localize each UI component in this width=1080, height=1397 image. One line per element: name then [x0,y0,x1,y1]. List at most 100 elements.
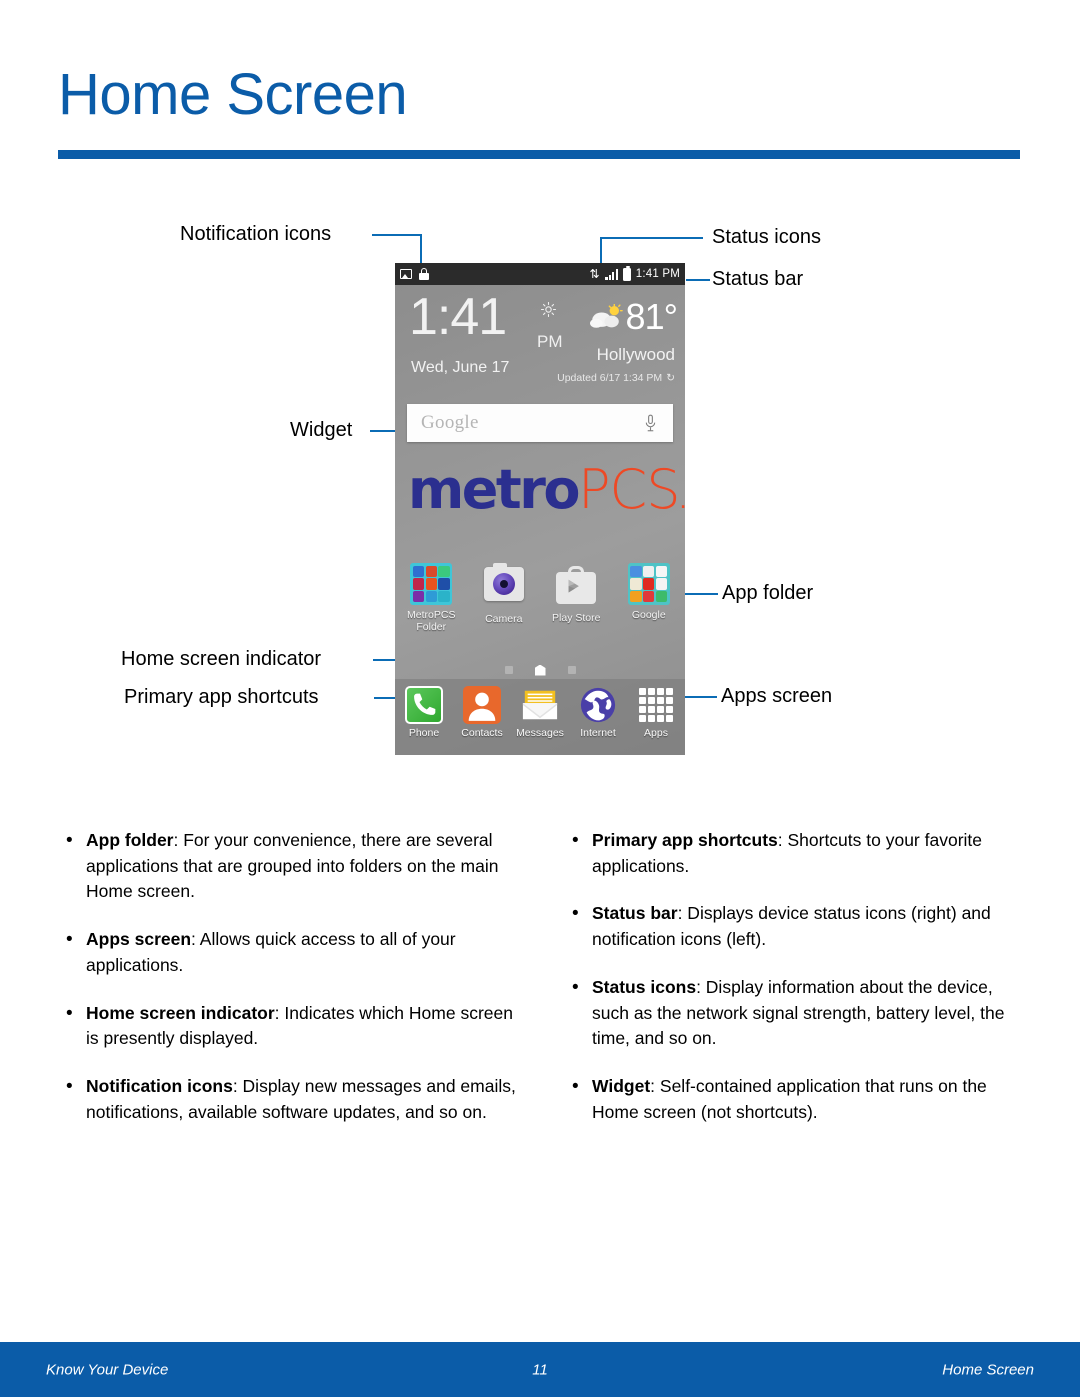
footer-section-title: Know Your Device [46,1361,169,1378]
callout-notification-icons: Notification icons [180,223,332,245]
google-folder-icon [627,563,670,605]
microphone-icon[interactable] [644,414,657,433]
app-shortcut-play-store[interactable]: Play Store [540,563,613,633]
widget-updated: Updated 6/17 1:34 PM ↻ [557,372,675,384]
term: Primary app shortcuts [592,830,778,850]
contacts-icon [463,686,501,724]
widget-date: Wed, June 17 [411,359,510,376]
partly-cloudy-icon [589,304,623,328]
google-search-widget[interactable]: Google [407,404,673,442]
camera-icon [483,563,525,609]
footer-page-number: 11 [532,1361,548,1378]
dock-label: Messages [516,727,564,739]
phone-status-bar: ⇅ 1:41 PM [395,263,685,285]
app-label: Google [631,609,666,621]
list-item: App folder: For your convenience, there … [62,827,517,905]
dock-item-messages[interactable]: Messages [511,686,569,739]
term: Widget [592,1076,651,1097]
list-item: Status icons: Display information about … [568,974,1023,1052]
widget-updated-text: Updated 6/17 1:34 PM [557,372,663,384]
search-placeholder: Google [421,412,479,433]
status-icons-group: ⇅ 1:41 PM [589,265,680,281]
list-item: Primary app shortcuts: Shortcuts to your… [568,827,1023,879]
dock-item-internet[interactable]: Internet [569,686,627,739]
leader-app-folder [684,593,718,595]
page-dot-3[interactable] [567,666,576,674]
definition: : Self-contained application that runs o… [592,1076,987,1122]
callout-widget: Widget [290,419,353,441]
leader-apps-screen [684,696,717,698]
signal-bars-icon [605,268,618,280]
metropcs-folder-icon [410,563,453,605]
widget-time: 1:41 [409,288,507,346]
app-label: Play Store [552,612,601,624]
phone-home-screen-screenshot: ⇅ 1:41 PM 1:41 PM Wed, June 17 81° Holly… [395,263,685,755]
logo-dot: . [679,484,685,514]
notification-icons-group [400,268,430,280]
internet-icon [579,686,617,724]
footer-topic-title: Home Screen [942,1361,1034,1378]
widget-temperature: 81° [625,296,678,337]
widget-meridiem: PM [537,332,563,351]
dock-item-contacts[interactable]: Contacts [453,686,511,739]
apps-grid-icon [637,686,675,724]
term: Status icons [592,976,697,997]
battery-icon [622,265,631,281]
list-item: Apps screen: Allows quick access to all … [62,926,517,978]
play-store-icon [555,566,597,608]
data-transfer-icon: ⇅ [589,266,600,281]
term: Notification icons [86,1076,233,1097]
description-column-left: App folder: For your convenience, there … [62,827,517,1147]
list-item: Status bar: Displays device status icons… [568,900,1023,952]
title-divider [58,150,1020,159]
sun-icon [541,302,556,317]
app-shortcut-camera[interactable]: Camera [468,563,541,633]
primary-app-shortcuts-dock: Phone Contacts Messages Internet Apps [395,679,685,755]
logo-pcs: PCS [577,458,681,521]
app-label: MetroPCS Folder [407,609,456,634]
leader-status-bar [686,279,710,281]
app-shortcut-google-folder[interactable]: Google [613,563,686,633]
clock-weather-widget[interactable]: 1:41 PM Wed, June 17 81° Hollywood Updat… [395,285,685,384]
list-item: Home screen indicator: Indicates which H… [62,1000,517,1052]
dock-label: Apps [644,727,668,739]
dock-item-apps[interactable]: Apps [627,686,685,739]
term: Home screen indicator [86,1002,275,1023]
term: Status bar [592,903,678,924]
dock-item-phone[interactable]: Phone [395,686,453,739]
phone-icon [405,686,443,724]
callout-app-folder: App folder [722,582,814,604]
page-home-indicator[interactable] [534,664,546,676]
app-shortcut-metropcs-folder[interactable]: MetroPCS Folder [395,563,468,633]
home-screen-indicator [395,663,685,677]
weather-group: 81° [589,296,678,337]
callout-apps-screen: Apps screen [721,685,833,707]
list-item: Widget: Self-contained application that … [568,1073,1023,1125]
logo-metro: metro [408,458,580,521]
term: App folder [86,830,174,850]
home-screen-app-row: MetroPCS Folder Camera Play Store Google [395,563,685,633]
callout-status-icons: Status icons [712,226,821,248]
page-dot-1[interactable] [504,666,513,674]
list-item: Notification icons: Display new messages… [62,1073,517,1125]
dock-label: Internet [580,727,616,739]
refresh-icon[interactable]: ↻ [666,372,675,384]
metropcs-wallpaper-logo: metroPCS. [408,463,685,517]
term: Apps screen [86,929,192,950]
description-column-right: Primary app shortcuts: Shortcuts to your… [568,827,1023,1147]
page-title: Home Screen [58,62,408,127]
status-bar-clock: 1:41 PM [635,268,680,280]
callout-primary-app-shortcuts: Primary app shortcuts [124,686,319,708]
page-footer: Know Your Device 11 Home Screen [0,1342,1080,1397]
home-screen-diagram: Notification icons Status icons Status b… [0,190,1080,790]
app-label: Camera [485,613,523,625]
dock-label: Phone [408,727,440,739]
leader-status-icons [600,237,703,239]
messages-icon [521,686,559,724]
leader-notification-icons [372,234,422,236]
dock-label: Contacts [461,727,503,739]
image-icon [400,269,412,279]
widget-city: Hollywood [596,345,675,364]
callout-status-bar: Status bar [712,268,804,290]
leader-widget [370,430,398,432]
